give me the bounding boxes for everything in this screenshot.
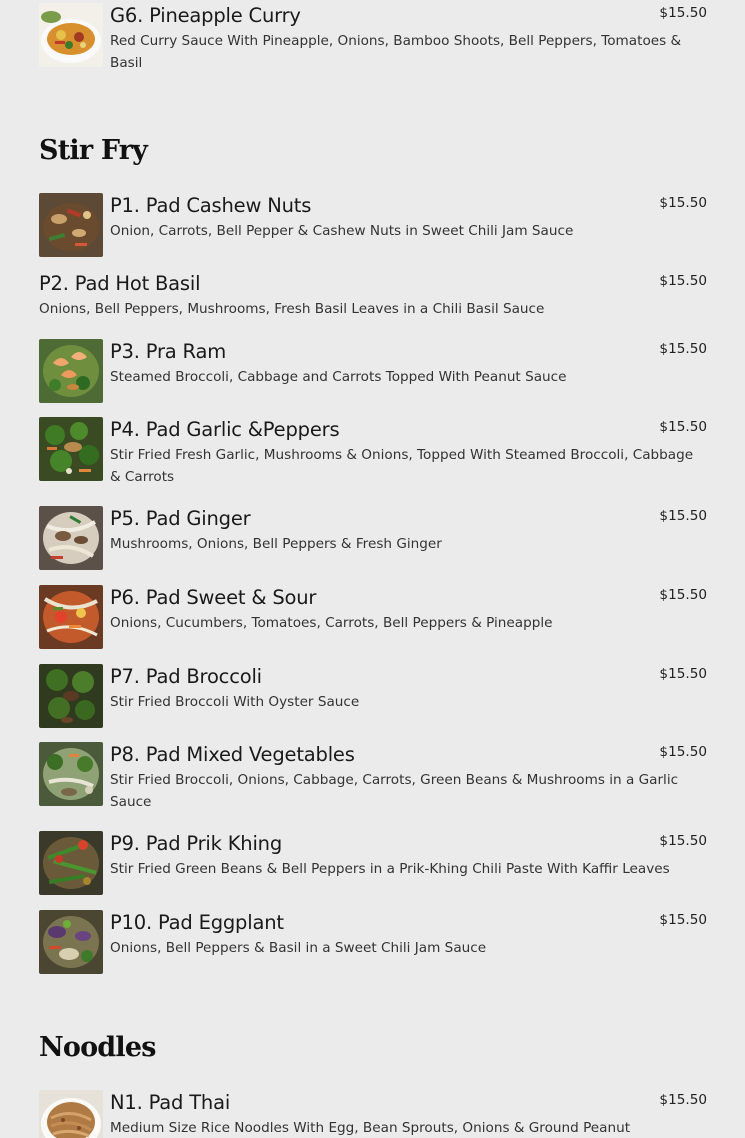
menu-item-p6[interactable]: P6. Pad Sweet & Sour Onions, Cucumbers, … [39, 585, 707, 649]
menu-item-p8[interactable]: P8. Pad Mixed Vegetables Stir Fried Broc… [39, 742, 707, 816]
item-price: $15.50 [659, 195, 707, 211]
item-text: N1. Pad Thai Medium Size Rice Noodles Wi… [110, 1090, 707, 1138]
item-name: P1. Pad Cashew Nuts [110, 194, 312, 217]
item-name: G6. Pineapple Curry [110, 4, 301, 27]
item-text: P5. Pad Ginger Mushrooms, Onions, Bell P… [110, 506, 707, 555]
menu-item-p9[interactable]: P9. Pad Prik Khing Stir Fried Green Bean… [39, 831, 707, 895]
item-price: $15.50 [659, 744, 707, 760]
menu-item-p10[interactable]: P10. Pad Eggplant Onions, Bell Peppers &… [39, 910, 707, 974]
item-price: $15.50 [659, 833, 707, 849]
menu-item-p7[interactable]: P7. Pad Broccoli Stir Fried Broccoli Wit… [39, 664, 707, 728]
item-price: $15.50 [659, 5, 707, 21]
menu-item-p4[interactable]: P4. Pad Garlic &Peppers Stir Fried Fresh… [39, 417, 707, 491]
item-text: P9. Pad Prik Khing Stir Fried Green Bean… [110, 831, 707, 880]
item-text: P3. Pra Ram Steamed Broccoli, Cabbage an… [110, 339, 707, 388]
item-name: P8. Pad Mixed Vegetables [110, 743, 355, 766]
item-text: G6. Pineapple Curry Red Curry Sauce With… [110, 3, 707, 74]
item-description: Stir Fried Broccoli, Onions, Cabbage, Ca… [110, 772, 679, 810]
item-description: Red Curry Sauce With Pineapple, Onions, … [110, 33, 682, 71]
menu-item-n1[interactable]: N1. Pad Thai Medium Size Rice Noodles Wi… [39, 1090, 707, 1138]
item-description: Onion, Carrots, Bell Pepper & Cashew Nut… [110, 223, 574, 239]
section-title-stir-fry: Stir Fry [39, 135, 148, 166]
pad-broccoli-photo[interactable] [39, 664, 103, 728]
pra-ram-photo[interactable] [39, 339, 103, 403]
pad-thai-photo[interactable] [39, 1090, 103, 1138]
item-text: P1. Pad Cashew Nuts Onion, Carrots, Bell… [110, 193, 707, 242]
item-name: P2. Pad Hot Basil [39, 272, 201, 295]
pad-prik-khing-photo[interactable] [39, 831, 103, 895]
item-text: P8. Pad Mixed Vegetables Stir Fried Broc… [110, 742, 707, 813]
item-text: P7. Pad Broccoli Stir Fried Broccoli Wit… [110, 664, 707, 713]
item-price: $15.50 [659, 587, 707, 603]
item-text: P4. Pad Garlic &Peppers Stir Fried Fresh… [110, 417, 707, 488]
item-name: P6. Pad Sweet & Sour [110, 586, 317, 609]
item-description: Onions, Bell Peppers & Basil in a Sweet … [110, 940, 487, 956]
pad-mixed-vegetables-photo[interactable] [39, 742, 103, 806]
item-name: N1. Pad Thai [110, 1091, 231, 1114]
item-price: $15.50 [659, 508, 707, 524]
item-name: P10. Pad Eggplant [110, 911, 284, 934]
item-price: $15.50 [659, 419, 707, 435]
item-description: Onions, Cucumbers, Tomatoes, Carrots, Be… [110, 615, 553, 631]
item-description: Stir Fried Green Beans & Bell Peppers in… [110, 861, 670, 877]
item-text: P10. Pad Eggplant Onions, Bell Peppers &… [110, 910, 707, 959]
item-description: Medium Size Rice Noodles With Egg, Bean … [110, 1120, 631, 1136]
item-description: Mushrooms, Onions, Bell Peppers & Fresh … [110, 536, 442, 552]
item-description: Stir Fried Fresh Garlic, Mushrooms & Oni… [110, 447, 694, 485]
item-price: $15.50 [659, 912, 707, 928]
item-description: Onions, Bell Peppers, Mushrooms, Fresh B… [39, 301, 545, 317]
item-name: P4. Pad Garlic &Peppers [110, 418, 340, 441]
item-name: P3. Pra Ram [110, 340, 227, 363]
item-name: P9. Pad Prik Khing [110, 832, 283, 855]
item-price: $15.50 [659, 666, 707, 682]
section-title-noodles: Noodles [39, 1032, 156, 1063]
pad-cashew-nuts-photo[interactable] [39, 193, 103, 257]
item-text: P6. Pad Sweet & Sour Onions, Cucumbers, … [110, 585, 707, 634]
pad-sweet-sour-photo[interactable] [39, 585, 103, 649]
item-price: $15.50 [659, 273, 707, 289]
menu-item-g6[interactable]: G6. Pineapple Curry Red Curry Sauce With… [39, 3, 707, 75]
pad-eggplant-photo[interactable] [39, 910, 103, 974]
menu-item-p2[interactable]: P2. Pad Hot Basil Onions, Bell Peppers, … [39, 271, 707, 323]
item-price: $15.50 [659, 1092, 707, 1108]
menu-item-p1[interactable]: P1. Pad Cashew Nuts Onion, Carrots, Bell… [39, 193, 707, 257]
pad-garlic-peppers-photo[interactable] [39, 417, 103, 481]
item-name: P5. Pad Ginger [110, 507, 251, 530]
item-description: Stir Fried Broccoli With Oyster Sauce [110, 694, 360, 710]
pad-ginger-photo[interactable] [39, 506, 103, 570]
item-name: P7. Pad Broccoli [110, 665, 262, 688]
item-description: Steamed Broccoli, Cabbage and Carrots To… [110, 369, 567, 385]
menu-item-p5[interactable]: P5. Pad Ginger Mushrooms, Onions, Bell P… [39, 506, 707, 570]
pineapple-curry-photo[interactable] [39, 3, 103, 67]
item-text: P2. Pad Hot Basil Onions, Bell Peppers, … [39, 271, 707, 320]
item-price: $15.50 [659, 341, 707, 357]
menu-item-p3[interactable]: P3. Pra Ram Steamed Broccoli, Cabbage an… [39, 339, 707, 403]
